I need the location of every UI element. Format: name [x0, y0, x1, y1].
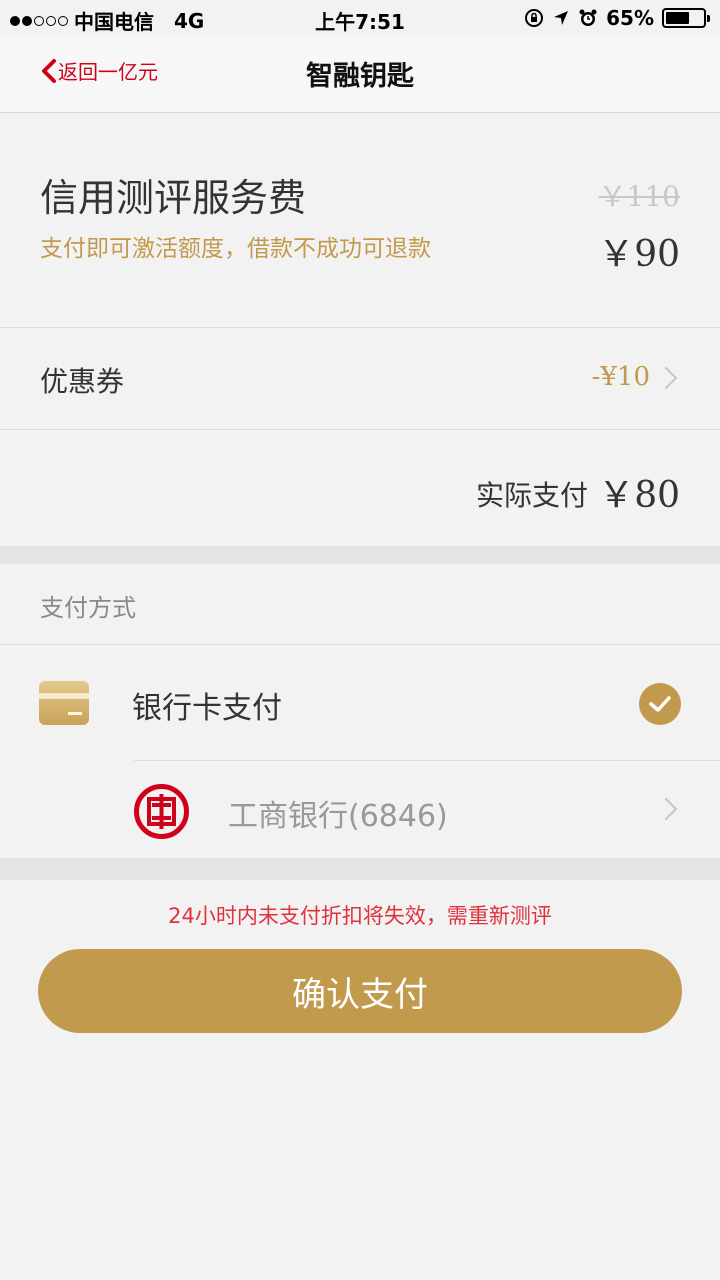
bank-card-icon: [39, 681, 89, 725]
fee-title: 信用测评服务费: [40, 176, 307, 220]
fee-section: 信用测评服务费 支付即可激活额度，借款不成功可退款 ￥110 ￥90: [0, 113, 720, 328]
alarm-icon: [579, 9, 597, 26]
coupon-label: 优惠券: [40, 365, 125, 398]
confirm-payment-button[interactable]: 确认支付: [38, 949, 682, 1033]
page-title: 智融钥匙: [306, 61, 414, 92]
icbc-logo-icon: [134, 784, 189, 839]
status-right: 65%: [524, 6, 710, 30]
fee-subtitle: 支付即可激活额度，借款不成功可退款: [40, 236, 431, 262]
bank-account-name: 工商银行(6846): [228, 799, 448, 834]
coupon-value: -¥10: [591, 362, 650, 392]
selected-check-icon[interactable]: [639, 683, 681, 725]
battery-percent: 65%: [606, 6, 654, 30]
chevron-right-icon: [654, 797, 678, 821]
expiry-warning: 24小时内未支付折扣将失效，需重新测评: [168, 904, 552, 928]
section-divider: [0, 546, 720, 564]
orientation-lock-icon: [525, 9, 544, 27]
location-arrow-icon: [554, 11, 569, 25]
current-price: ￥90: [598, 234, 680, 275]
bank-card-payment: 银行卡支付 工商银行(6846): [0, 645, 720, 858]
nav-bar: 返回一亿元 智融钥匙: [0, 36, 720, 113]
payment-method-label: 支付方式: [40, 594, 136, 622]
payment-method-header: 支付方式: [0, 564, 720, 645]
actual-payment-label: 实际支付: [475, 479, 588, 512]
actual-payment-value: ￥80: [598, 475, 680, 516]
coupon-row[interactable]: 优惠券 -¥10: [0, 328, 720, 430]
battery-icon: [662, 8, 710, 28]
section-divider: [0, 858, 720, 880]
bank-account-row[interactable]: 工商银行(6846): [134, 761, 720, 858]
bank-card-payment-label: 银行卡支付: [132, 691, 282, 726]
original-price: ￥110: [598, 180, 680, 213]
status-bar: 中国电信 4G 上午7:51 65%: [0, 0, 720, 36]
chevron-right-icon: [654, 366, 678, 390]
actual-payment-row: 实际支付 ￥80: [0, 430, 720, 546]
battery-fill: [666, 12, 690, 24]
